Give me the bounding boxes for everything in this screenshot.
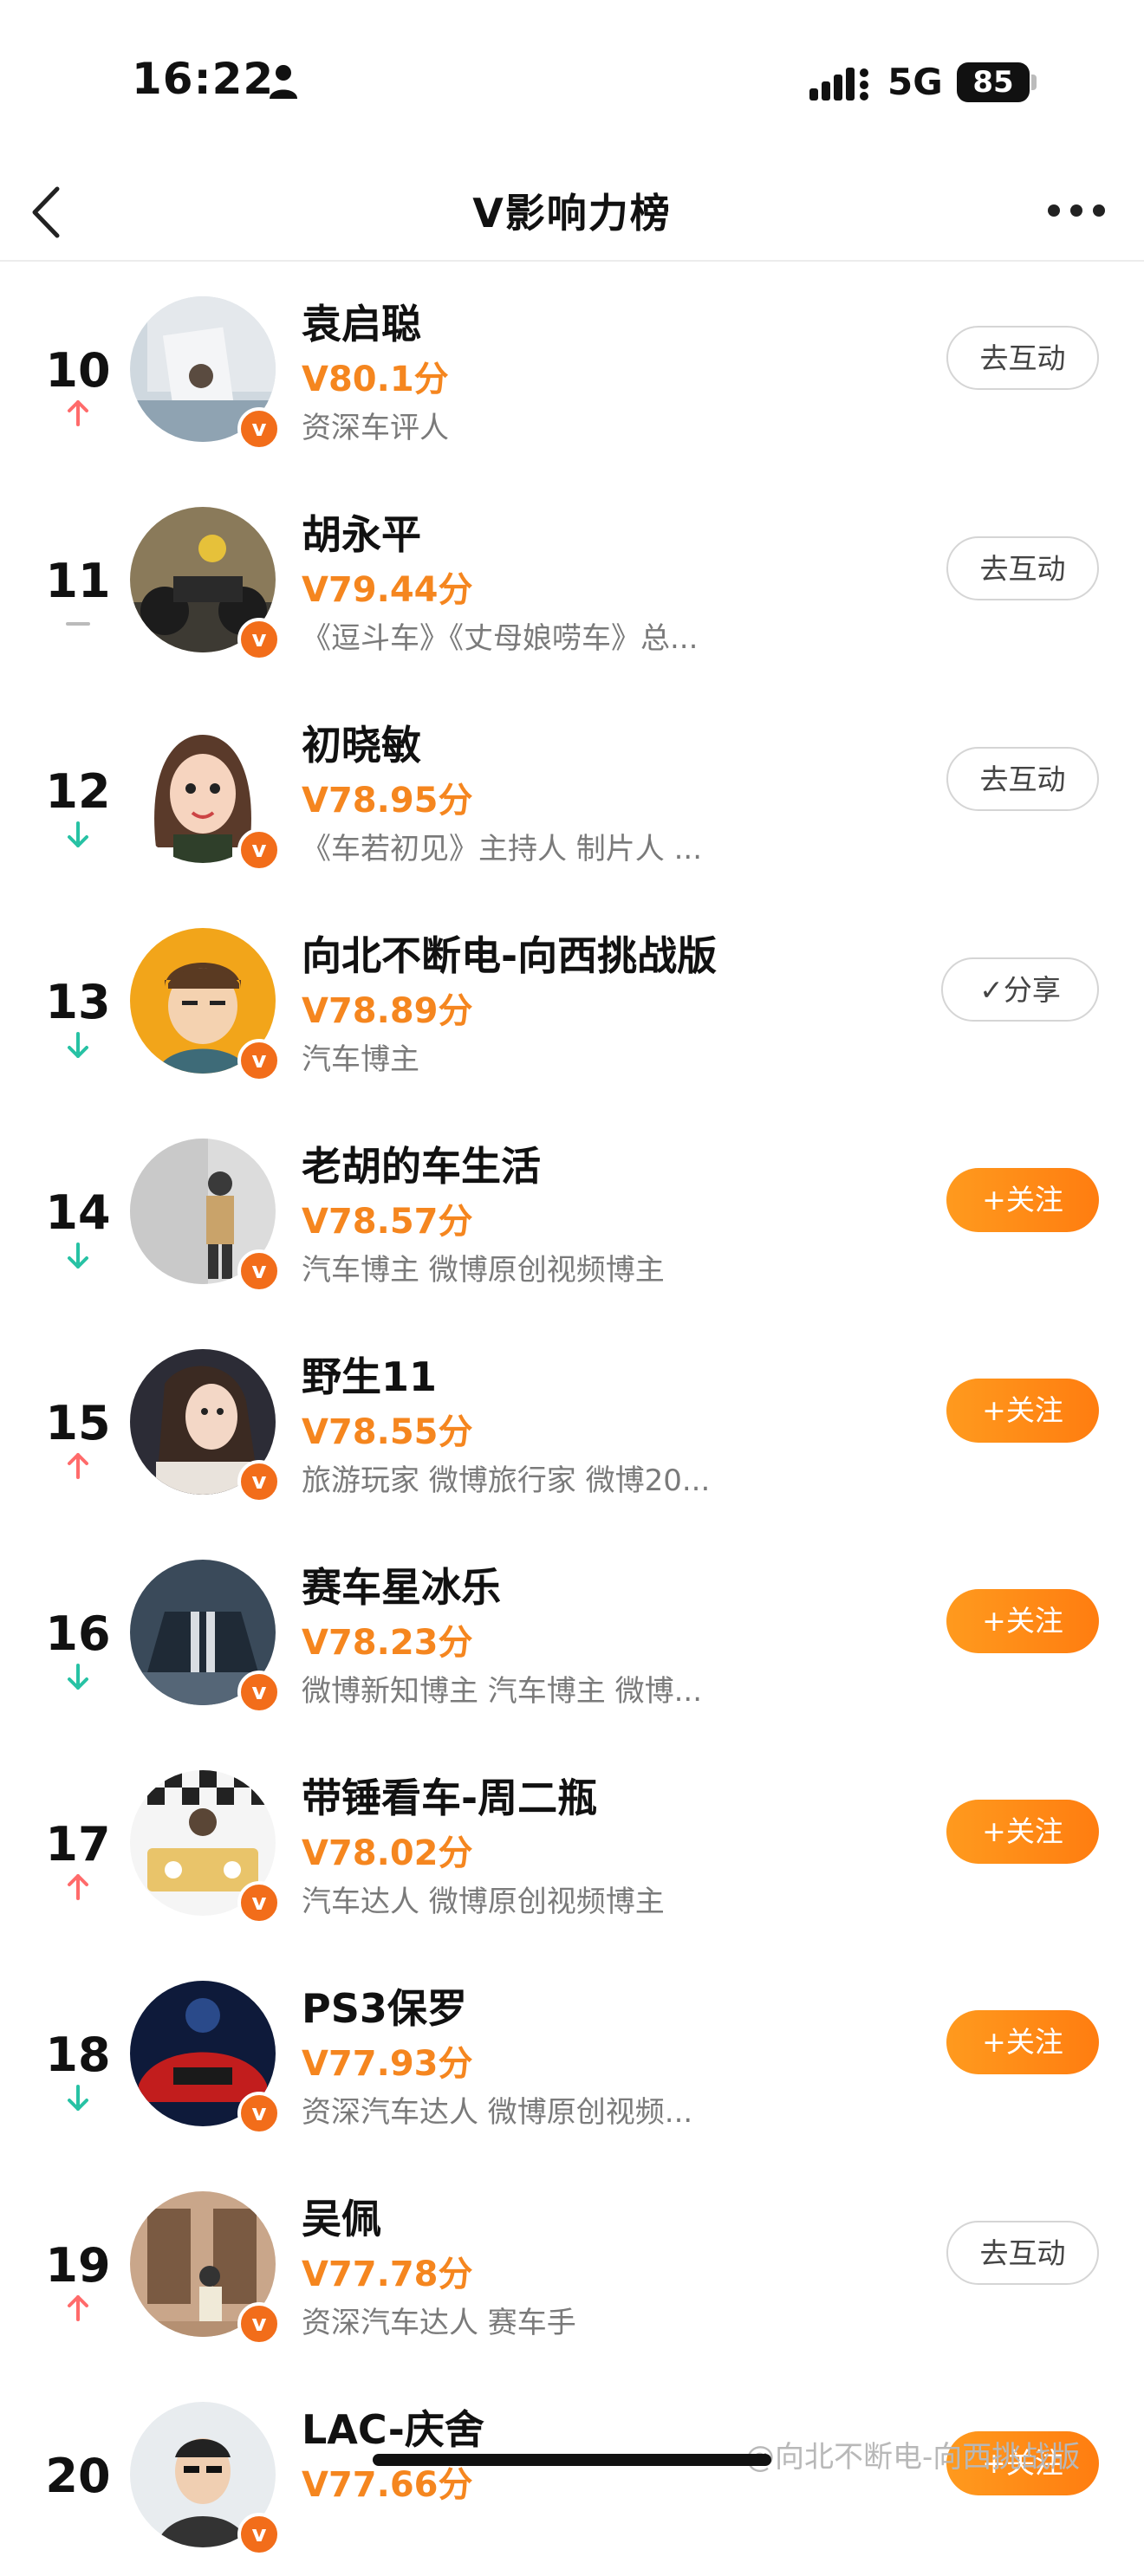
verified-badge-icon: v [237,1249,281,1293]
user-name[interactable]: PS3保罗 [302,1977,467,2034]
verified-badge-icon: v [237,1881,281,1924]
user-description: 汽车博主 [302,1042,419,1077]
interact-button[interactable]: 去互动 [946,326,1099,390]
rank-number: 11 [45,554,111,608]
user-name[interactable]: 向北不断电-向西挑战版 [302,925,717,982]
influence-score: V80.1分 [302,360,449,399]
rank-number: 12 [45,764,111,819]
user-description: 资深汽车达人 微博原创视频... [302,2095,693,2130]
rank-number: 15 [45,1396,111,1450]
rank-number: 20 [45,2449,111,2503]
user-name[interactable]: 野生11 [302,1346,437,1403]
rank-number: 16 [45,1606,111,1661]
trend-up-icon [62,1451,94,1481]
verified-badge-icon: v [237,618,281,661]
verified-badge-icon: v [237,407,281,451]
verified-badge-icon: v [237,1460,281,1503]
battery-icon: 85 [957,62,1030,102]
interact-button[interactable]: 去互动 [946,2221,1099,2285]
follow-button[interactable]: +关注 [946,1168,1099,1232]
rank-number: 14 [45,1185,111,1240]
interact-button[interactable]: 去互动 [946,536,1099,600]
influence-score: V79.44分 [302,570,473,610]
user-name[interactable]: 带锤看车-周二瓶 [302,1767,597,1824]
ranking-row[interactable]: 15 v 野生11 V78.55分旅游玩家 微博旅行家 微博20... +关注 [0,1313,1144,1523]
person-icon [270,65,297,99]
ranking-row[interactable]: 12 v 初晓敏 V78.95分《车若初见》主持人 制片人 ... 去互动 [0,681,1144,892]
user-name[interactable]: 赛车星冰乐 [302,1556,501,1613]
trend-unchanged-icon [62,609,94,639]
ranking-row[interactable]: 11 v 胡永平 V79.44分《逗斗车》《丈母娘唠车》总... 去互动 [0,470,1144,681]
more-options-icon[interactable] [1045,198,1108,224]
follow-button[interactable]: +关注 [946,1379,1099,1443]
trend-down-icon [62,2083,94,2112]
ranking-row[interactable]: 17 v 带锤看车-周二瓶 V78.02分汽车达人 微博原创视频博主 +关注 [0,1734,1144,1944]
user-description: 汽车达人 微博原创视频博主 [302,1885,665,1919]
influence-score: V78.89分 [302,991,473,1031]
rank-number: 13 [45,975,111,1029]
follow-button[interactable]: +关注 [946,2010,1099,2074]
verified-badge-icon: v [237,1039,281,1082]
page-title: V影响力榜 [472,190,672,237]
user-name[interactable]: 吴佩 [302,2188,381,2245]
influence-score: V77.93分 [302,2044,473,2084]
influence-score: V78.57分 [302,1202,473,1242]
network-type: 5G [887,61,943,103]
home-indicator [373,2454,771,2466]
trend-up-icon [62,399,94,428]
ranking-row[interactable]: 14 v 老胡的车生活 V78.57分汽车博主 微博原创视频博主 +关注 [0,1102,1144,1313]
user-description: 《逗斗车》《丈母娘唠车》总... [302,621,699,656]
rank-number: 10 [45,343,111,398]
follow-button[interactable]: +关注 [946,1800,1099,1864]
trend-down-icon [62,820,94,849]
ranking-row[interactable]: 19 v 吴佩 V77.78分资深汽车达人 赛车手 去互动 [0,2155,1144,2365]
ranking-row[interactable]: 16 v 赛车星冰乐 V78.23分微博新知博主 汽车博主 微博... +关注 [0,1523,1144,1734]
verified-badge-icon: v [237,1671,281,1714]
ranking-row[interactable]: 10 v 袁启聪 V80.1分资深车评人 去互动 [0,260,1144,470]
user-description: 微博新知博主 汽车博主 微博... [302,1674,703,1709]
trend-down-icon [62,1030,94,1060]
user-name[interactable]: 袁启聪 [302,293,421,350]
watermark: @向北不断电-向西挑战版 [745,2440,1081,2475]
rank-number: 17 [45,1817,111,1872]
battery-tip [1031,75,1037,90]
user-description: 汽车博主 微博原创视频博主 [302,1253,665,1288]
verified-badge-icon: v [237,2513,281,2556]
trend-down-icon [62,1662,94,1691]
verified-badge-icon: v [237,828,281,872]
influence-score: V78.55分 [302,1412,473,1452]
signal-icon [809,68,868,101]
share-button[interactable]: ✓分享 [941,957,1099,1022]
user-name[interactable]: 老胡的车生活 [302,1135,541,1192]
ranking-row[interactable]: 18 v PS3保罗 V77.93分资深汽车达人 微博原创视频... +关注 [0,1944,1144,2155]
trend-down-icon [62,1241,94,1270]
influence-score: V78.02分 [302,1833,473,1873]
influence-score: V78.95分 [302,781,473,821]
verified-badge-icon: v [237,2092,281,2135]
influence-score: V78.23分 [302,1623,473,1663]
trend-up-icon [62,2294,94,2323]
trend-up-icon [62,1872,94,1902]
status-bar: 16:22 5G 85 [0,0,1144,165]
user-name[interactable]: LAC-庆舍 [302,2398,484,2456]
verified-badge-icon: v [237,2302,281,2346]
user-description: 资深汽车达人 赛车手 [302,2306,576,2340]
rank-number: 18 [45,2028,111,2082]
user-description: 旅游玩家 微博旅行家 微博20... [302,1463,711,1498]
follow-button[interactable]: +关注 [946,1589,1099,1653]
ranking-row[interactable]: 13 v 向北不断电-向西挑战版 V78.89分汽车博主 ✓分享 [0,892,1144,1102]
user-name[interactable]: 胡永平 [302,503,421,561]
nav-bar: V影响力榜 [0,165,1144,262]
user-name[interactable]: 初晓敏 [302,714,421,771]
rank-number: 19 [45,2238,111,2293]
influence-score: V77.78分 [302,2255,473,2294]
status-time: 16:22 [132,54,275,104]
interact-button[interactable]: 去互动 [946,747,1099,811]
user-description: 《车若初见》主持人 制片人 ... [302,832,703,866]
user-description: 资深车评人 [302,411,449,445]
